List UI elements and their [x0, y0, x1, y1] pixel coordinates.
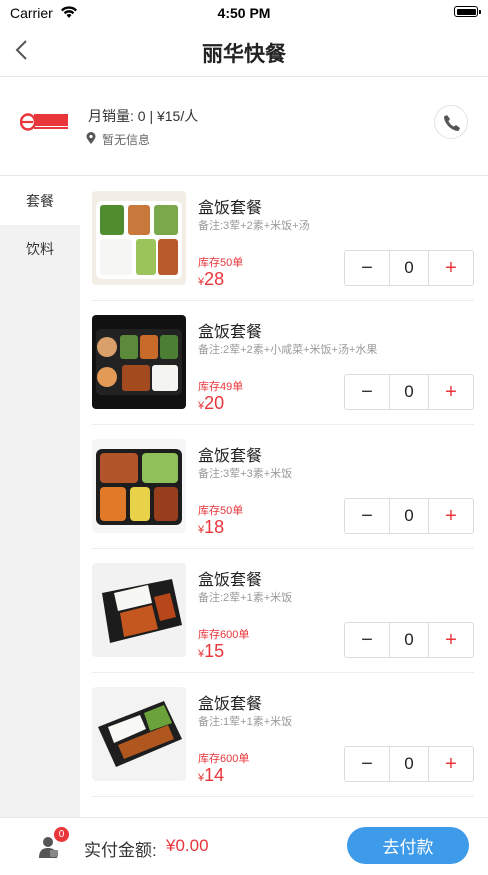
product-image [92, 687, 186, 781]
shop-logo [20, 113, 68, 131]
decrease-button[interactable]: − [345, 747, 390, 781]
price-value: 20 [204, 393, 225, 413]
quantity-stepper: − 0 + [344, 250, 474, 286]
shop-sales-stats: 月销量: 0 | ¥15/人 [88, 108, 199, 124]
location-pin-icon [86, 132, 96, 144]
product-image [92, 563, 186, 657]
clock: 4:50 PM [217, 5, 271, 21]
product-image [92, 191, 186, 285]
decrease-button[interactable]: − [345, 499, 390, 533]
product-note: 备注:3荤+3素+米饭 [198, 468, 293, 480]
list-item: 盒饭套餐 备注:2荤+2素+小咸菜+米饭+汤+水果 库存49单 ¥20 − 0 … [80, 301, 488, 425]
price-value: 28 [204, 269, 225, 289]
list-item: 盒饭套餐 备注:3荤+2素+米饭+汤 库存50单 ¥28 − 0 + [80, 177, 488, 301]
increase-button[interactable]: + [428, 747, 473, 781]
product-name: 盒饭套餐 [198, 572, 263, 589]
quantity-value: 0 [404, 382, 414, 401]
price-value: 15 [204, 641, 225, 661]
product-list[interactable]: 盒饭套餐 备注:3荤+2素+米饭+汤 库存50单 ¥28 − 0 + 盒饭套餐 … [80, 177, 488, 817]
quantity-value: 0 [404, 506, 414, 525]
price-value: 18 [204, 517, 225, 537]
decrease-button[interactable]: − [345, 623, 390, 657]
product-name: 盒饭套餐 [198, 696, 263, 713]
pay-button[interactable]: 去付款 [347, 827, 469, 864]
product-name: 盒饭套餐 [198, 448, 263, 465]
product-name: 盒饭套餐 [198, 200, 263, 217]
category-sidebar: 套餐 饮料 [0, 177, 80, 817]
product-name: 盒饭套餐 [198, 324, 263, 341]
increase-button[interactable]: + [428, 623, 473, 657]
quantity-stepper: − 0 + [344, 498, 474, 534]
shop-location: 暂无信息 [102, 133, 151, 147]
list-item: 盒饭套餐 备注:1荤+1素+米饭 库存600单 ¥14 − 0 + [80, 673, 488, 797]
quantity-value: 0 [404, 630, 414, 649]
status-bar: Carrier 4:50 PM [0, 0, 488, 26]
payment-label: 实付金额: [84, 841, 157, 860]
product-price: ¥18 [198, 517, 224, 538]
quantity-value: 0 [404, 754, 414, 773]
decrease-button[interactable]: − [345, 375, 390, 409]
product-price: ¥20 [198, 393, 224, 414]
product-image [92, 439, 186, 533]
product-stock: 库存49单 [198, 381, 244, 393]
product-note: 备注:1荤+1素+米饭 [198, 716, 293, 728]
product-price: ¥28 [198, 269, 224, 290]
call-button[interactable] [434, 105, 468, 139]
product-image [92, 315, 186, 409]
increase-button[interactable]: + [428, 499, 473, 533]
product-stock: 库存50单 [198, 505, 244, 517]
product-note: 备注:2荤+2素+小咸菜+米饭+汤+水果 [198, 344, 378, 356]
increase-button[interactable]: + [428, 375, 473, 409]
product-stock: 库存50单 [198, 257, 244, 269]
product-stock: 库存600单 [198, 753, 250, 765]
quantity-stepper: − 0 + [344, 374, 474, 410]
cart-count-badge: 0 [54, 827, 69, 842]
product-price: ¥14 [198, 765, 224, 786]
quantity-stepper: − 0 + [344, 622, 474, 658]
list-item: 盒饭套餐 备注:2荤+1素+米饭 库存600单 ¥15 − 0 + [80, 549, 488, 673]
navigation-bar: 丽华快餐 [0, 26, 488, 77]
page-title: 丽华快餐 [202, 43, 286, 66]
shop-header: 月销量: 0 | ¥15/人 暂无信息 [0, 77, 488, 176]
category-tab-drinks[interactable]: 饮料 [0, 225, 80, 273]
product-stock: 库存600单 [198, 629, 250, 641]
price-value: 14 [204, 765, 225, 785]
product-price: ¥15 [198, 641, 224, 662]
quantity-value: 0 [404, 258, 414, 277]
product-note: 备注:3荤+2素+米饭+汤 [198, 220, 310, 232]
battery-icon [454, 6, 481, 17]
quantity-stepper: − 0 + [344, 746, 474, 782]
increase-button[interactable]: + [428, 251, 473, 285]
checkout-bar: 0 实付金额: ¥0.00 去付款 [0, 817, 488, 875]
phone-icon [444, 115, 460, 131]
payment-amount: ¥0.00 [166, 836, 209, 855]
product-note: 备注:2荤+1素+米饭 [198, 592, 293, 604]
list-item: 盒饭套餐 备注:3荤+3素+米饭 库存50单 ¥18 − 0 + [80, 425, 488, 549]
category-tab-set-meal[interactable]: 套餐 [0, 177, 80, 225]
divider [92, 796, 474, 797]
decrease-button[interactable]: − [345, 251, 390, 285]
